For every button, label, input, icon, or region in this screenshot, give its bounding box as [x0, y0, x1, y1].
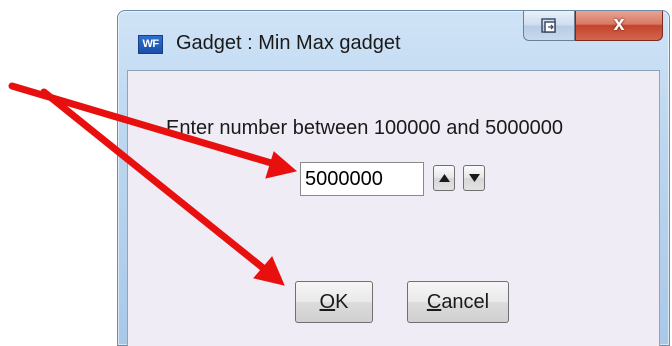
screenshot-scene: WF Gadget : Min Max gadget x Enter numbe… — [0, 0, 672, 346]
arrow-to-input-head — [265, 151, 298, 179]
arrow-to-ok-shaft — [40, 88, 272, 276]
annotation-arrows — [8, 82, 298, 286]
